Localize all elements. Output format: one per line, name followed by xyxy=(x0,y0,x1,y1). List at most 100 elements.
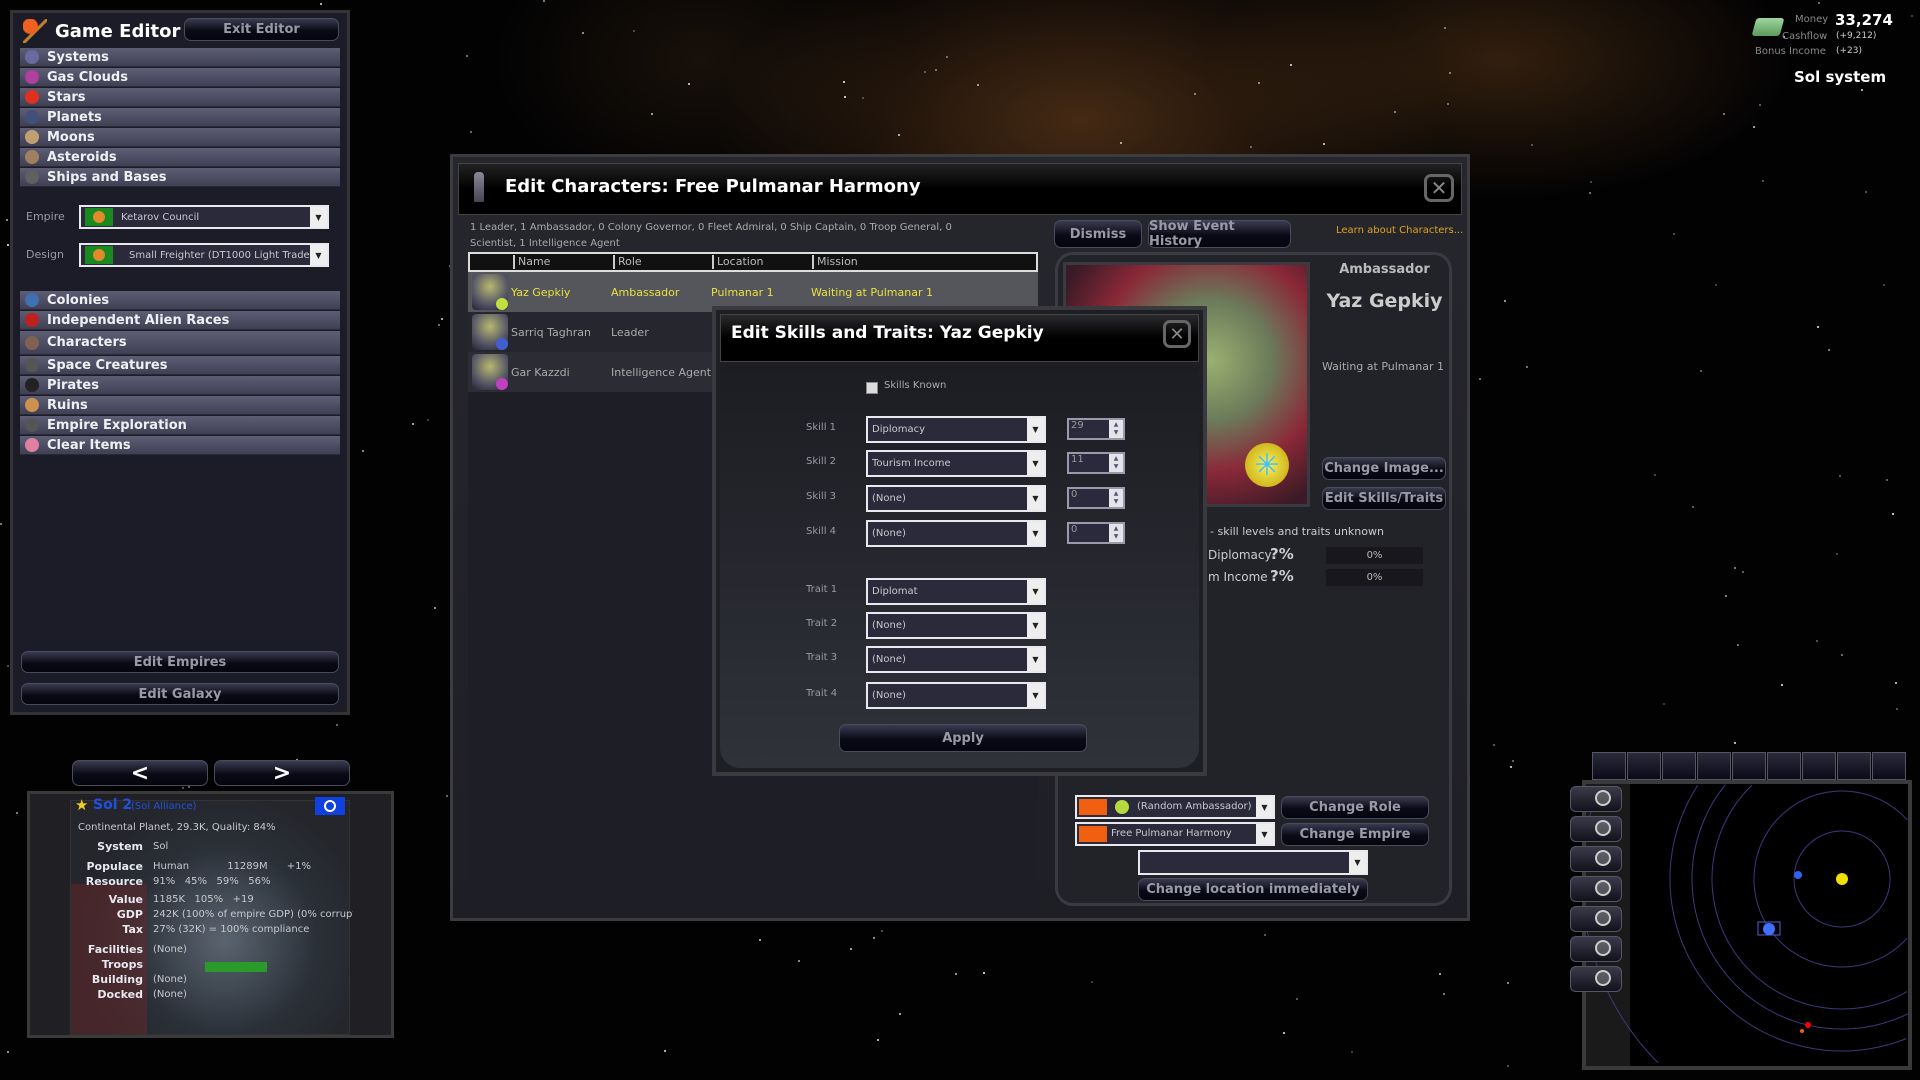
skill-level-stepper[interactable]: 0 ▲ ▼ xyxy=(1067,522,1125,544)
planet-icon[interactable] xyxy=(1805,1022,1811,1028)
star xyxy=(445,794,448,797)
skill-select[interactable]: Tourism Income ▼ xyxy=(866,450,1046,477)
filter-galaxy-icon[interactable] xyxy=(1872,752,1906,780)
chevron-down-icon: ▼ xyxy=(1027,684,1044,707)
character-role: Leader xyxy=(611,325,649,339)
star xyxy=(1662,702,1665,705)
column-header-name[interactable]: Name xyxy=(513,255,550,269)
column-header-mission[interactable]: Mission xyxy=(812,255,858,269)
zoom-planet-button[interactable] xyxy=(1570,876,1622,902)
filter-base-routes-icon[interactable] xyxy=(1697,752,1731,780)
change-role-button[interactable]: Change Role xyxy=(1281,796,1429,819)
menu-item-characters[interactable]: Characters xyxy=(20,331,340,355)
chevron-down-icon: ▼ xyxy=(1027,580,1044,603)
menu-item-empire-exploration[interactable]: Empire Exploration xyxy=(20,416,340,435)
skills-known-checkbox[interactable] xyxy=(866,382,878,394)
planet-field-value: 242K (100% of empire GDP) (0% corruption xyxy=(153,909,353,920)
change-image-button[interactable]: Change Image... xyxy=(1322,457,1446,480)
trait-select[interactable]: (None) ▼ xyxy=(866,646,1046,673)
current-location: Sol system xyxy=(1794,68,1887,86)
skill-select[interactable]: Diplomacy ▼ xyxy=(866,416,1046,443)
menu-item-independent-alien-races[interactable]: Independent Alien Races xyxy=(20,311,340,330)
column-header-role[interactable]: Role xyxy=(613,255,642,269)
sun-icon[interactable] xyxy=(1836,873,1848,885)
location-select[interactable]: ▼ xyxy=(1138,850,1368,875)
menu-item-ships-and-bases[interactable]: Ships and Bases xyxy=(20,168,340,187)
orbit-ring xyxy=(1753,790,1908,968)
stepper-arrows-icon[interactable]: ▲ ▼ xyxy=(1109,454,1123,472)
favorite-star-icon[interactable]: ★ xyxy=(75,796,88,814)
column-header-location[interactable]: Location xyxy=(712,255,764,269)
edit-skills-traits-button[interactable]: Edit Skills/Traits xyxy=(1322,487,1446,510)
previous-button[interactable]: < xyxy=(72,760,208,786)
menu-item-ruins[interactable]: Ruins xyxy=(20,396,340,415)
skill-level-stepper[interactable]: 11 ▲ ▼ xyxy=(1067,452,1125,474)
planet-field-value: (None) xyxy=(153,944,187,955)
magnifier-icon xyxy=(1595,820,1611,836)
filter-planets-icon[interactable] xyxy=(1732,752,1766,780)
zoom-fit-button[interactable] xyxy=(1570,786,1622,812)
design-select[interactable]: Small Freighter (DT1000 Light Trader) ▼ xyxy=(79,243,329,267)
planet-icon[interactable] xyxy=(1800,1029,1804,1033)
zoom-galaxy-button[interactable] xyxy=(1570,966,1622,992)
filter-nebula-icon[interactable] xyxy=(1837,752,1871,780)
menu-item-planets[interactable]: Planets xyxy=(20,108,340,127)
edit-empires-button[interactable]: Edit Empires xyxy=(21,651,339,673)
star xyxy=(759,939,762,942)
empire-select[interactable]: Free Pulmanar Harmony ▼ xyxy=(1075,822,1275,846)
zoom-in-button[interactable] xyxy=(1570,816,1622,842)
star xyxy=(1828,348,1831,351)
trait-select[interactable]: (None) ▼ xyxy=(866,682,1046,709)
skill-select[interactable]: (None) ▼ xyxy=(866,520,1046,547)
next-button[interactable]: > xyxy=(214,760,350,786)
menu-item-space-creatures[interactable]: Space Creatures xyxy=(20,356,340,375)
zoom-out-button[interactable] xyxy=(1570,846,1622,872)
skill-level-stepper[interactable]: 29 ▲ ▼ xyxy=(1067,418,1125,440)
apply-button[interactable]: Apply xyxy=(839,724,1087,752)
skill-select[interactable]: (None) ▼ xyxy=(866,485,1046,512)
filter-ships-icon[interactable] xyxy=(1592,752,1626,780)
stepper-arrows-icon[interactable]: ▲ ▼ xyxy=(1109,420,1123,438)
dismiss-button[interactable]: Dismiss xyxy=(1054,220,1142,248)
empire-select[interactable]: Ketarov Council ▼ xyxy=(79,205,329,229)
menu-item-icon xyxy=(25,90,39,104)
menu-item-clear-items[interactable]: Clear Items xyxy=(20,436,340,455)
edit-galaxy-button[interactable]: Edit Galaxy xyxy=(21,683,339,705)
close-icon[interactable]: ✕ xyxy=(1163,320,1191,348)
menu-item-gas-clouds[interactable]: Gas Clouds xyxy=(20,68,340,87)
zoom-sector-button[interactable] xyxy=(1570,936,1622,962)
money-icon xyxy=(1751,18,1785,36)
filter-gas-giants-icon[interactable] xyxy=(1767,752,1801,780)
menu-item-pirates[interactable]: Pirates xyxy=(20,376,340,395)
change-location-button[interactable]: Change location immediately xyxy=(1138,878,1368,901)
menu-item-stars[interactable]: Stars xyxy=(20,88,340,107)
star xyxy=(1493,744,1496,747)
filter-ship-routes-icon[interactable] xyxy=(1662,752,1696,780)
menu-item-asteroids[interactable]: Asteroids xyxy=(20,148,340,167)
star xyxy=(5,218,8,221)
zoom-system-button[interactable] xyxy=(1570,906,1622,932)
exit-editor-button[interactable]: Exit Editor xyxy=(184,18,339,41)
show-event-history-button[interactable]: Show Event History xyxy=(1148,219,1291,249)
minimap[interactable] xyxy=(1582,780,1912,1070)
learn-about-characters-link[interactable]: Learn about Characters... xyxy=(1336,225,1463,236)
skill-level-stepper[interactable]: 0 ▲ ▼ xyxy=(1067,487,1125,509)
menu-item-systems[interactable]: Systems xyxy=(20,48,340,67)
trait-select[interactable]: (None) ▼ xyxy=(866,612,1046,639)
planet-icon[interactable] xyxy=(1794,871,1802,879)
filter-stars-icon[interactable] xyxy=(1802,752,1836,780)
role-select[interactable]: (Random Ambassador) ▼ xyxy=(1075,795,1275,819)
change-empire-button[interactable]: Change Empire xyxy=(1281,823,1429,846)
filter-fleets-icon[interactable] xyxy=(1627,752,1661,780)
empire-flag-icon xyxy=(1079,826,1107,842)
star xyxy=(1818,1,1821,4)
menu-item-moons[interactable]: Moons xyxy=(20,128,340,147)
close-icon[interactable]: ✕ xyxy=(1424,174,1454,202)
stepper-arrows-icon[interactable]: ▲ ▼ xyxy=(1109,489,1123,507)
character-avatar xyxy=(472,354,508,390)
stepper-arrows-icon[interactable]: ▲ ▼ xyxy=(1109,524,1123,542)
menu-item-colonies[interactable]: Colonies xyxy=(20,291,340,310)
orbit-ring xyxy=(1711,785,1908,1010)
planet-icon[interactable] xyxy=(1763,923,1775,935)
trait-select[interactable]: Diplomat ▼ xyxy=(866,578,1046,605)
